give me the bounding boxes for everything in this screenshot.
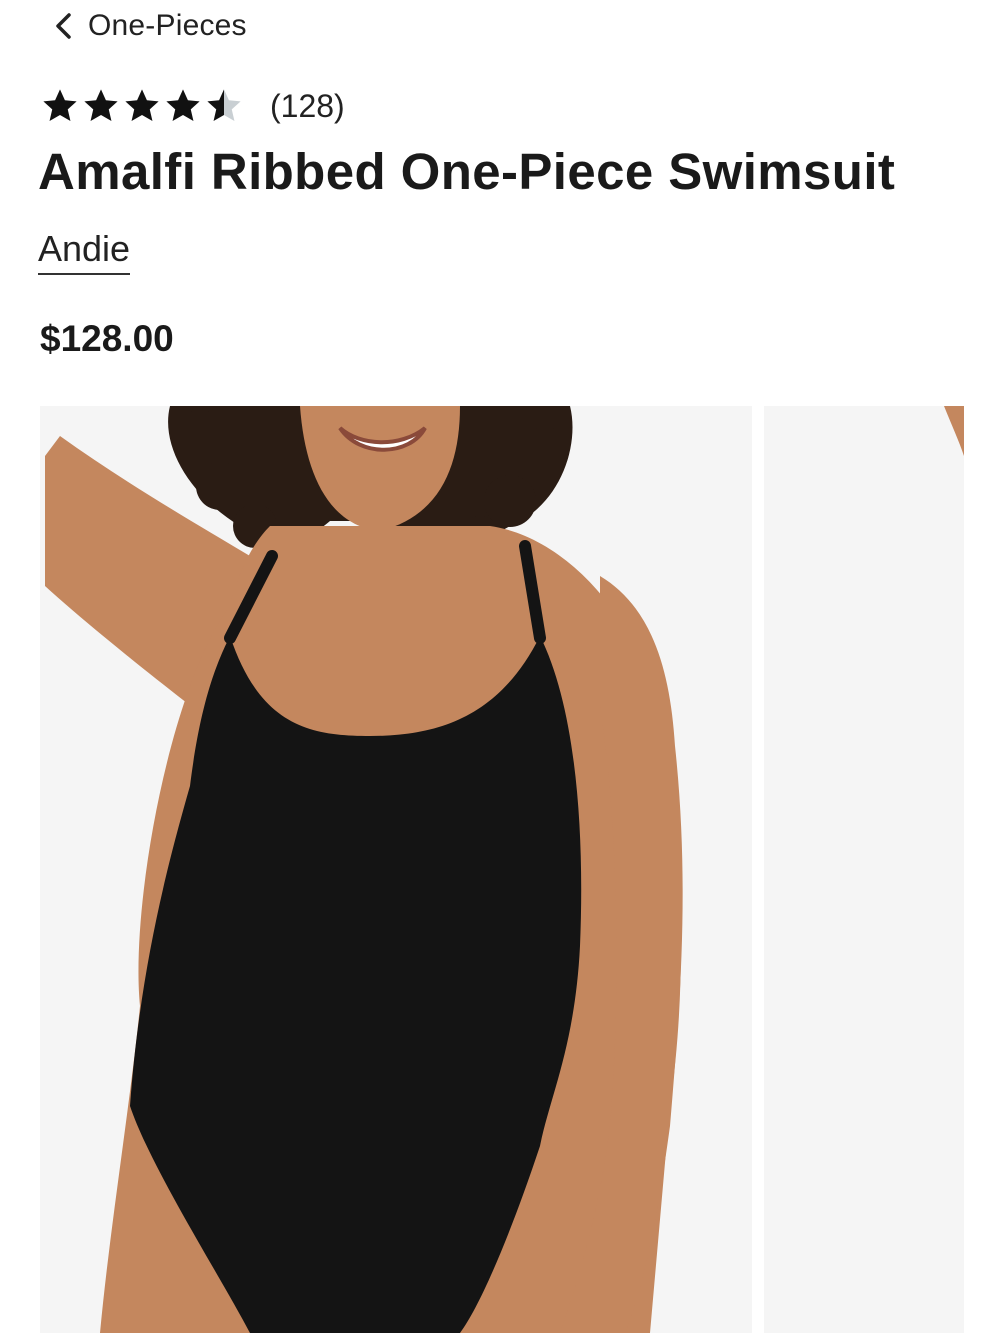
- back-link-label: One-Pieces: [88, 9, 247, 42]
- star-icon: [84, 89, 118, 122]
- next-photo-preview: [944, 406, 964, 456]
- star-icon: [43, 89, 77, 122]
- star-icon: [166, 89, 200, 122]
- product-image-main[interactable]: [40, 406, 752, 1333]
- star-half-icon: [207, 89, 241, 122]
- product-image-gallery[interactable]: [40, 406, 1000, 1333]
- product-title: Amalfi Ribbed One-Piece Swimsuit: [38, 143, 896, 200]
- product-image-next[interactable]: [764, 406, 964, 1333]
- review-count: (128): [270, 87, 345, 124]
- model-swimsuit-photo: [45, 406, 683, 1333]
- star-rating: [40, 87, 244, 125]
- product-price: $128.00: [40, 318, 174, 359]
- star-icon: [125, 89, 159, 122]
- product-rating[interactable]: (128): [40, 84, 345, 128]
- chevron-left-icon: [56, 13, 71, 39]
- brand-link[interactable]: Andie: [38, 228, 131, 275]
- back-link[interactable]: One-Pieces: [52, 6, 247, 46]
